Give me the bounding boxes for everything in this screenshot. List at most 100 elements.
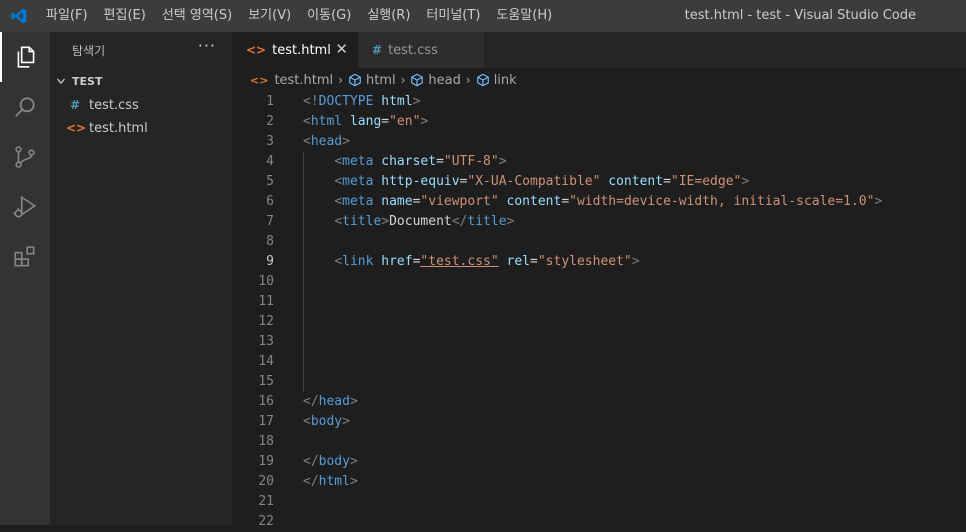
tab-test-html[interactable]: <> test.html ✕: [232, 32, 358, 68]
menu-bar: 파일(F) 편집(E) 선택 영역(S) 보기(V) 이동(G) 실행(R) 터…: [38, 0, 560, 32]
code-token: rel: [506, 254, 531, 269]
line-number: 5: [266, 174, 274, 189]
more-actions-icon[interactable]: ···: [198, 36, 216, 55]
code-token: "test.css": [420, 254, 499, 269]
code-token: charset: [381, 154, 437, 169]
vscode-logo-icon[interactable]: [0, 0, 38, 32]
code-token: "viewport": [420, 194, 499, 209]
code-token: =: [381, 114, 390, 129]
menu-help[interactable]: 도움말(H): [488, 0, 560, 32]
code-line[interactable]: 3 <head>: [232, 132, 966, 152]
menu-terminal[interactable]: 터미널(T): [418, 0, 488, 32]
code-line[interactable]: 20 </html>: [232, 472, 966, 492]
explorer-title: 탐색기: [72, 44, 106, 58]
code-line[interactable]: 21: [232, 492, 966, 512]
breadcrumb-link[interactable]: link: [476, 73, 517, 88]
title-bar: 파일(F) 편집(E) 선택 영역(S) 보기(V) 이동(G) 실행(R) 터…: [0, 0, 966, 32]
code-line[interactable]: 12: [232, 312, 966, 332]
tab-test-css[interactable]: # test.css: [358, 32, 484, 68]
code-text: <meta http-equiv = "X-UA-Compatible" conte…: [303, 172, 749, 192]
code-token: html: [318, 474, 350, 489]
code-token: head: [318, 394, 350, 409]
code-line[interactable]: 15: [232, 372, 966, 392]
menu-file[interactable]: 파일(F): [38, 0, 96, 32]
source-control-icon[interactable]: [0, 132, 50, 182]
code-text: <head>: [303, 132, 350, 152]
explorer-header: 탐색기 ···: [50, 32, 232, 68]
code-line[interactable]: 22: [232, 512, 966, 532]
code-line[interactable]: 10: [232, 272, 966, 292]
tab-label: test.html: [272, 42, 331, 58]
run-debug-icon[interactable]: [0, 182, 50, 232]
code-token: >: [631, 254, 640, 269]
code-token: <: [334, 214, 343, 229]
search-icon[interactable]: [0, 82, 50, 132]
code-token: name: [381, 194, 413, 209]
code-line[interactable]: 17 <body>: [232, 412, 966, 432]
code-line[interactable]: 1 <!DOCTYPE html>: [232, 92, 966, 112]
code-line[interactable]: 11: [232, 292, 966, 312]
code-token: <: [303, 114, 311, 129]
breadcrumb-head[interactable]: head: [410, 73, 461, 88]
html-file-icon: <>: [66, 121, 87, 135]
file-name: test.css: [89, 97, 139, 113]
code-line[interactable]: 16 </head>: [232, 392, 966, 412]
code-token: </: [303, 474, 319, 489]
code-token: >: [412, 94, 421, 109]
menu-selection[interactable]: 선택 영역(S): [154, 0, 240, 32]
menu-run[interactable]: 실행(R): [359, 0, 418, 32]
file-item-test-html[interactable]: <> test.html: [50, 117, 232, 139]
menu-go[interactable]: 이동(G): [299, 0, 359, 32]
code-editor[interactable]: 1 <!DOCTYPE html> 2 <html lang="en"> 3 <head>…: [232, 92, 966, 529]
breadcrumb-html[interactable]: html: [348, 73, 396, 88]
code-line[interactable]: 13: [232, 332, 966, 352]
line-number: 13: [258, 334, 274, 349]
menu-edit[interactable]: 편집(E): [96, 0, 154, 32]
code-line[interactable]: 14: [232, 352, 966, 372]
code-token: "IE=edge": [670, 174, 742, 189]
code-token: html: [310, 114, 343, 129]
code-token: >: [420, 114, 429, 129]
code-line[interactable]: 7 <title>Document</title>: [232, 212, 966, 232]
chevron-down-icon: [50, 76, 72, 86]
code-token: title: [342, 214, 382, 229]
code-line[interactable]: 8: [232, 232, 966, 252]
code-token: head: [310, 134, 343, 149]
menu-view[interactable]: 보기(V): [240, 0, 299, 32]
line-number: 2: [266, 114, 274, 129]
code-text: </body>: [303, 452, 358, 472]
line-number: 10: [258, 274, 274, 289]
code-token: <: [334, 154, 343, 169]
extensions-icon[interactable]: [0, 232, 50, 282]
line-number: 19: [258, 454, 274, 469]
code-line[interactable]: 5 <meta http-equiv = "X-UA-Compatible" con…: [232, 172, 966, 192]
html-file-icon: <>: [250, 73, 269, 87]
symbol-element-icon: [476, 73, 490, 87]
code-line[interactable]: 19 </body>: [232, 452, 966, 472]
code-line[interactable]: 2 <html lang="en">: [232, 112, 966, 132]
code-token: href: [381, 254, 413, 269]
line-number: 14: [258, 354, 274, 369]
code-text: <meta charset="UTF-8">: [303, 152, 506, 172]
code-token: body: [310, 414, 343, 429]
breadcrumb-file[interactable]: <> test.html: [250, 73, 333, 88]
chevron-right-icon: ›: [400, 73, 406, 87]
file-item-test-css[interactable]: # test.css: [50, 94, 232, 116]
code-token: DOCTYPE: [318, 94, 374, 109]
code-token: </: [451, 214, 468, 229]
code-token: "en": [389, 114, 421, 129]
line-number: 1: [266, 94, 274, 109]
close-icon[interactable]: ✕: [335, 40, 348, 58]
code-token: =: [663, 174, 671, 189]
line-number: 21: [258, 494, 274, 509]
code-line[interactable]: 9 <link href="test.css" rel="stylesheet"…: [232, 252, 966, 272]
file-name: test.html: [89, 120, 148, 136]
folder-name: TEST: [72, 74, 103, 88]
code-line[interactable]: 6 <meta name="viewport" content="width=d…: [232, 192, 966, 212]
folder-test[interactable]: TEST: [50, 70, 232, 92]
code-line[interactable]: 4 <meta charset="UTF-8">: [232, 152, 966, 172]
line-number: 3: [266, 134, 274, 149]
explorer-icon[interactable]: [0, 32, 50, 82]
code-token: >: [349, 454, 358, 469]
code-line[interactable]: 18: [232, 432, 966, 452]
